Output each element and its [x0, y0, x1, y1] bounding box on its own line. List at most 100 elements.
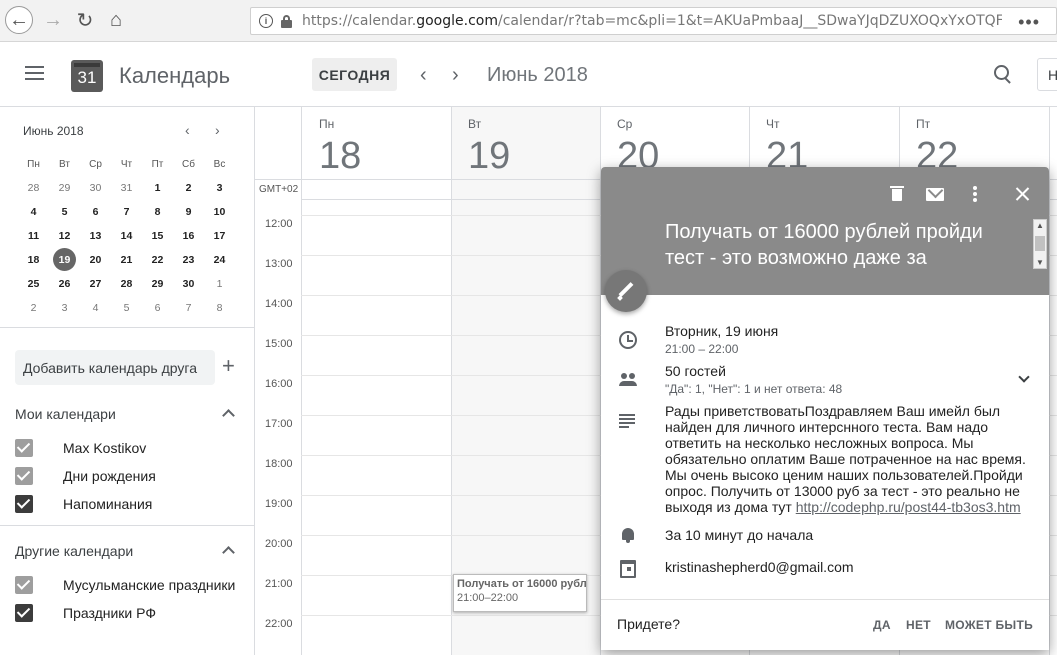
mini-day[interactable]: 30: [80, 182, 111, 194]
url-text[interactable]: https://calendar.google.com/calendar/r?t…: [302, 13, 1002, 29]
expand-guests-icon[interactable]: [1018, 373, 1028, 383]
mini-day[interactable]: 23: [173, 254, 204, 266]
mini-day[interactable]: 10: [204, 206, 235, 218]
mini-day[interactable]: 5: [111, 302, 142, 314]
forward-icon[interactable]: →: [40, 7, 66, 33]
close-icon[interactable]: [1013, 184, 1033, 204]
mini-day[interactable]: 28: [18, 182, 49, 194]
add-friend-calendar-input[interactable]: Добавить календарь друга: [15, 350, 215, 385]
home-icon[interactable]: ⌂: [103, 7, 129, 33]
email-guests-icon[interactable]: [925, 184, 945, 204]
browser-toolbar: ← → ↻ ⌂ i https://calendar.google.com/ca…: [0, 0, 1057, 42]
mini-day[interactable]: 3: [49, 302, 80, 314]
mini-day[interactable]: 21: [111, 254, 142, 266]
rsvp-yes-button[interactable]: ДА: [873, 618, 891, 632]
mini-day[interactable]: 5: [49, 206, 80, 218]
delete-icon[interactable]: [887, 184, 907, 204]
mini-day[interactable]: 8: [142, 206, 173, 218]
mini-day[interactable]: 7: [111, 206, 142, 218]
scroll-down-icon[interactable]: ▼: [1036, 258, 1044, 267]
more-options-icon[interactable]: [965, 184, 985, 204]
view-selector-button[interactable]: Н: [1037, 58, 1057, 91]
mini-day[interactable]: 2: [173, 182, 204, 194]
mini-day[interactable]: 2: [18, 302, 49, 314]
mini-day[interactable]: 22: [142, 254, 173, 266]
main-menu-icon[interactable]: [25, 66, 44, 80]
edit-event-button[interactable]: [605, 270, 647, 312]
scroll-thumb[interactable]: [1035, 236, 1045, 251]
mini-day[interactable]: 16: [173, 230, 204, 242]
reload-icon[interactable]: ↻: [72, 7, 98, 33]
address-bar[interactable]: i https://calendar.google.com/calendar/r…: [250, 7, 1057, 35]
mini-week-row: 11 12 13 14 15 16 17: [18, 224, 235, 248]
calendar-list-item[interactable]: Мусульманские праздники: [15, 575, 235, 595]
back-icon[interactable]: ←: [5, 6, 33, 34]
mini-day[interactable]: 25: [18, 278, 49, 290]
mini-day[interactable]: 27: [80, 278, 111, 290]
day-header[interactable]: Вт 19: [468, 117, 510, 178]
description-link[interactable]: http://codephp.ru/post44-tb3os3.htm: [796, 499, 1021, 515]
mini-day[interactable]: 24: [204, 254, 235, 266]
mini-day[interactable]: 4: [18, 206, 49, 218]
mini-day[interactable]: 13: [80, 230, 111, 242]
mini-day[interactable]: 7: [173, 302, 204, 314]
calendar-checkbox[interactable]: [15, 604, 33, 622]
mini-day[interactable]: 1: [204, 278, 235, 290]
other-calendars-title[interactable]: Другие календари: [15, 543, 133, 559]
day-header[interactable]: Пн 18: [319, 117, 361, 178]
next-week-icon[interactable]: ›: [452, 64, 459, 87]
calendar-checkbox[interactable]: [15, 439, 33, 457]
my-calendars-title[interactable]: Мои календари: [15, 406, 116, 422]
mini-day[interactable]: 9: [173, 206, 204, 218]
prev-week-icon[interactable]: ‹: [420, 64, 427, 87]
calendar-checkbox[interactable]: [15, 495, 33, 513]
mini-day[interactable]: 18: [18, 254, 49, 266]
calendar-checkbox[interactable]: [15, 576, 33, 594]
event-chip[interactable]: Получать от 16000 рублей 21:00–22:00: [453, 574, 587, 612]
mini-day[interactable]: 14: [111, 230, 142, 242]
calendar-checkbox[interactable]: [15, 467, 33, 485]
calendar-list-item[interactable]: Дни рождения: [15, 466, 156, 486]
mini-day[interactable]: 1: [142, 182, 173, 194]
mini-day[interactable]: 29: [49, 182, 80, 194]
mini-day[interactable]: 28: [111, 278, 142, 290]
today-button[interactable]: СЕГОДНЯ: [312, 58, 397, 91]
mini-day[interactable]: 11: [18, 230, 49, 242]
mini-next-month-icon[interactable]: ›: [215, 122, 220, 138]
mini-day-number: 31: [120, 182, 133, 194]
calendar-list-item[interactable]: Max Kostikov: [15, 438, 146, 458]
title-scrollbar[interactable]: ▲ ▼: [1033, 219, 1047, 269]
day-number[interactable]: 18: [319, 135, 361, 178]
mini-day[interactable]: 12: [49, 230, 80, 242]
search-icon[interactable]: [994, 65, 1011, 82]
info-icon[interactable]: i: [259, 14, 273, 28]
mini-day[interactable]: 31: [111, 182, 142, 194]
event-chip-time: 21:00–22:00: [457, 592, 519, 604]
mini-day[interactable]: 20: [80, 254, 111, 266]
mini-day-number: 30: [89, 182, 102, 194]
mini-day[interactable]: 26: [49, 278, 80, 290]
calendar-list-item[interactable]: Праздники РФ: [15, 603, 156, 623]
scroll-up-icon[interactable]: ▲: [1036, 221, 1044, 230]
mini-day[interactable]: 30: [173, 278, 204, 290]
mini-day[interactable]: 3: [204, 182, 235, 194]
mini-day-number: 5: [61, 206, 68, 218]
guests-block[interactable]: 50 гостей "Да": 1, "Нет": 1 и нет ответа…: [665, 363, 842, 396]
collapse-my-calendars-icon[interactable]: [222, 407, 233, 418]
day-number[interactable]: 19: [468, 135, 510, 178]
mini-day[interactable]: 17: [204, 230, 235, 242]
mini-day[interactable]: 29: [142, 278, 173, 290]
mini-day[interactable]: 4: [80, 302, 111, 314]
rsvp-no-button[interactable]: НЕТ: [906, 618, 931, 632]
collapse-other-calendars-icon[interactable]: [222, 544, 233, 555]
calendar-list-item[interactable]: Напоминания: [15, 494, 152, 514]
add-calendar-plus-icon[interactable]: +: [222, 353, 235, 379]
mini-day[interactable]: 19: [49, 248, 80, 271]
mini-day[interactable]: 6: [142, 302, 173, 314]
mini-day[interactable]: 15: [142, 230, 173, 242]
mini-day[interactable]: 8: [204, 302, 235, 314]
mini-prev-month-icon[interactable]: ‹: [185, 122, 190, 138]
mini-day[interactable]: 6: [80, 206, 111, 218]
page-actions-icon[interactable]: •••: [1018, 12, 1040, 33]
rsvp-maybe-button[interactable]: МОЖЕТ БЫТЬ: [945, 618, 1033, 632]
